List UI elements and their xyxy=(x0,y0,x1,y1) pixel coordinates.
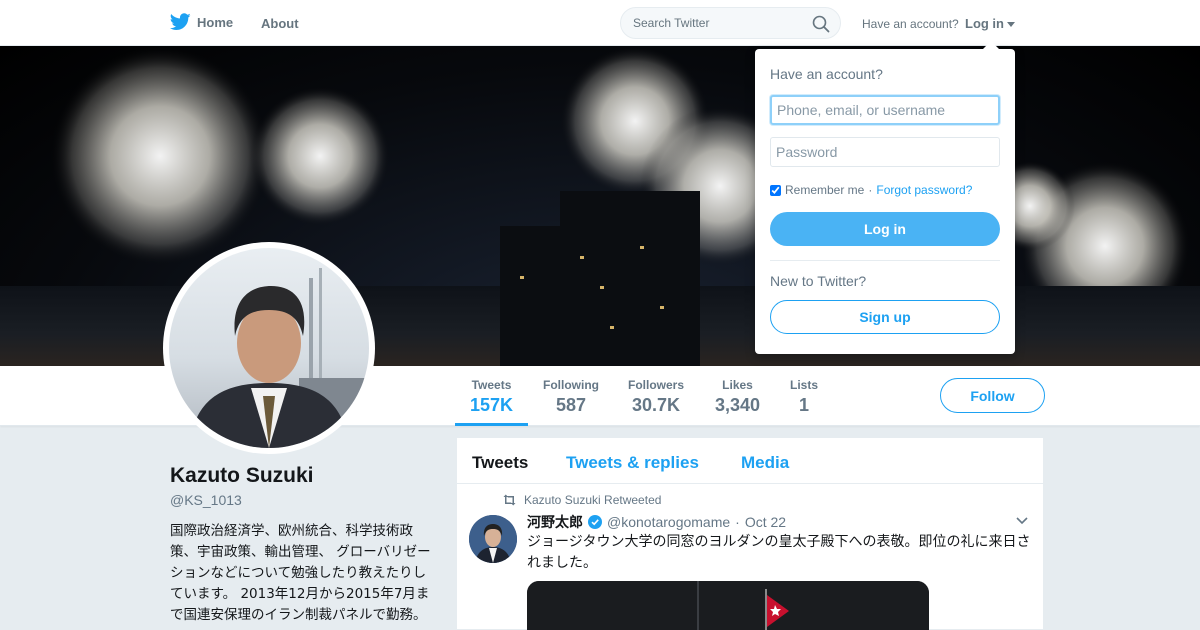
tweet-separator: · xyxy=(735,514,740,530)
username-field[interactable] xyxy=(770,95,1000,125)
remember-me-checkbox[interactable] xyxy=(770,184,781,196)
profile-avatar[interactable] xyxy=(163,242,375,454)
tweet-author-avatar[interactable] xyxy=(469,515,517,563)
stat-label: Following xyxy=(543,378,599,392)
lit-window xyxy=(580,256,584,259)
search-icon[interactable] xyxy=(812,15,830,33)
person-portrait xyxy=(189,268,369,448)
retweet-note: Kazuto Suzuki Retweeted xyxy=(524,493,662,507)
chevron-down-icon[interactable] xyxy=(1015,516,1029,526)
stat-value: 30.7K xyxy=(631,395,681,415)
stat-likes[interactable]: Likes 3,340 xyxy=(715,378,760,416)
stat-label: Followers xyxy=(628,378,685,392)
signup-button[interactable]: Sign up xyxy=(770,300,1000,334)
lit-window xyxy=(520,276,524,279)
retweet-icon xyxy=(503,494,516,506)
tweet-text: ジョージタウン大学の同窓のヨルダンの皇太子殿下への表敬。即位の礼に来日されました… xyxy=(527,534,1031,571)
search-input[interactable] xyxy=(633,16,803,30)
retweet-context: Kazuto Suzuki Retweeted xyxy=(502,493,661,507)
active-stat-indicator xyxy=(455,423,528,426)
building-silhouette xyxy=(500,226,560,366)
flag-of-jordan xyxy=(527,581,929,630)
remember-separator: · xyxy=(868,183,873,197)
avatar-photo xyxy=(169,248,369,448)
verified-badge-icon xyxy=(588,515,602,529)
tweet-header: 河野太郎 @konotarogomame · Oct 22 xyxy=(527,512,786,532)
lit-window xyxy=(610,326,614,329)
profile-bio: 国際政治経済学、欧州統合、科学技術政策、宇宙政策、輸出管理、 グローバリゼーショ… xyxy=(170,523,431,630)
search-box[interactable] xyxy=(620,7,841,39)
chevron-down-icon xyxy=(1007,22,1015,27)
nav-home-label: Home xyxy=(197,14,234,30)
login-dropdown: Have an account? Remember me · Forgot pa… xyxy=(755,41,1015,354)
new-to-twitter-text: New to Twitter? xyxy=(770,273,867,289)
have-account-text: Have an account? xyxy=(862,17,959,31)
tab-tweets[interactable]: Tweets xyxy=(472,453,528,473)
stat-tweets[interactable]: Tweets 157K xyxy=(470,378,513,416)
dropdown-divider xyxy=(770,260,1000,261)
forgot-password-link[interactable]: Forgot password? xyxy=(876,183,972,197)
stat-followers[interactable]: Followers 30.7K xyxy=(628,378,684,416)
stat-lists[interactable]: Lists 1 xyxy=(790,378,818,416)
tweet-date[interactable]: Oct 22 xyxy=(745,514,786,530)
twitter-bird-icon xyxy=(170,13,191,30)
password-field[interactable] xyxy=(770,137,1000,167)
login-link-label: Log in xyxy=(965,16,1004,31)
timeline-tabs: Tweets Tweets & replies Media xyxy=(457,438,1043,484)
tab-tweets-and-replies[interactable]: Tweets & replies xyxy=(566,453,699,473)
tab-media[interactable]: Media xyxy=(741,453,789,473)
stat-label: Tweets xyxy=(471,378,512,392)
author-portrait xyxy=(469,515,517,563)
top-navigation-bar: Home About Have an account? Log in xyxy=(0,0,1200,46)
tweet-author-username: @konotarogomame xyxy=(607,514,731,530)
stat-value: 587 xyxy=(555,395,587,415)
stat-label: Likes xyxy=(722,378,753,392)
nav-about-link[interactable]: About xyxy=(261,16,299,31)
dropdown-title: Have an account? xyxy=(770,66,883,82)
login-button[interactable]: Log in xyxy=(770,212,1000,246)
stat-label: Lists xyxy=(790,378,819,392)
lit-window xyxy=(600,286,604,289)
stat-value: 3,340 xyxy=(715,395,761,415)
remember-me-label[interactable]: Remember me xyxy=(785,183,864,197)
lit-window xyxy=(640,246,644,249)
stat-value: 1 xyxy=(799,395,810,415)
stat-following[interactable]: Following 587 xyxy=(543,378,599,416)
profile-handle: @KS_1013 xyxy=(170,492,242,508)
nav-home-link[interactable]: Home xyxy=(170,13,233,31)
tweet-media-image[interactable] xyxy=(527,581,929,630)
login-dropdown-toggle[interactable]: Log in xyxy=(965,16,1015,31)
tweet-timeline: Tweets Tweets & replies Media Kazuto Suz… xyxy=(456,437,1044,630)
stat-value: 157K xyxy=(470,395,514,415)
remember-row: Remember me · Forgot password? xyxy=(770,183,972,197)
lit-window xyxy=(660,306,664,309)
profile-name: Kazuto Suzuki xyxy=(170,464,314,487)
building-silhouette xyxy=(560,191,700,366)
tweet-author-name[interactable]: 河野太郎 xyxy=(527,512,583,532)
follow-button[interactable]: Follow xyxy=(940,378,1045,413)
